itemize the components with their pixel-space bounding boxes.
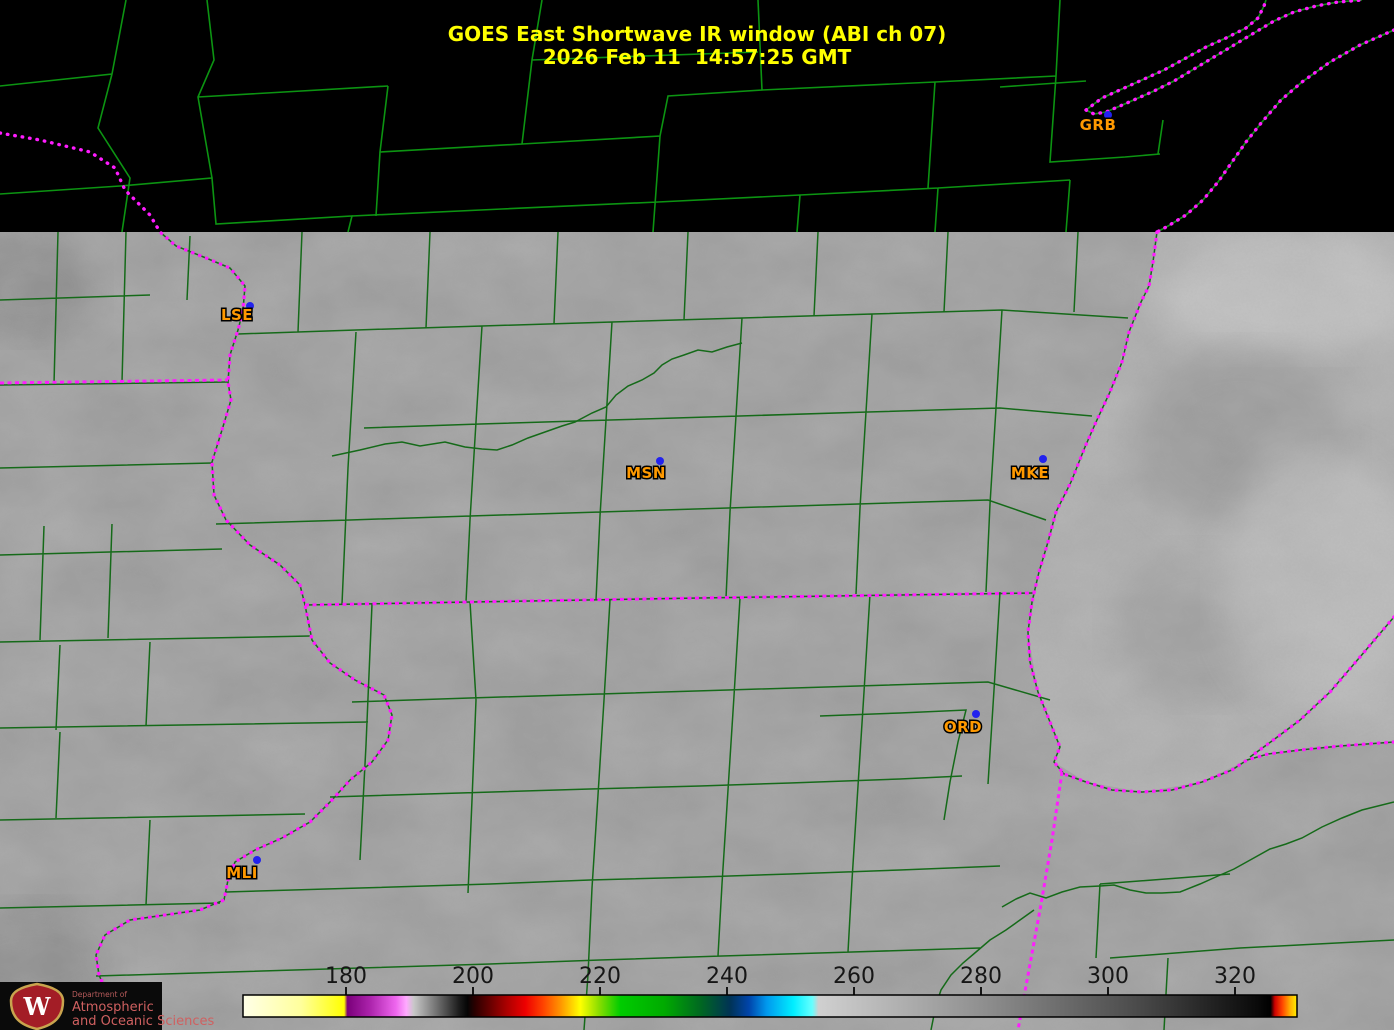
station-dot-ord	[972, 710, 980, 718]
satellite-map-canvas: GRB LSE MSN MKE ORD MLI GOES East Shortw…	[0, 0, 1394, 1030]
tick-label: 220	[579, 964, 621, 989]
logo-dept-line: Department of	[72, 990, 127, 999]
logo-line2: and Oceanic Sciences	[72, 1014, 214, 1029]
tick-label: 260	[833, 964, 875, 989]
station-label-ord: ORD	[944, 718, 982, 736]
tick-label: 180	[325, 964, 367, 989]
tick-label: 200	[452, 964, 494, 989]
tick-label: 300	[1087, 964, 1129, 989]
satellite-image-viewport: GRB LSE MSN MKE ORD MLI GOES East Shortw…	[0, 0, 1394, 1030]
station-label-mke: MKE	[1011, 464, 1049, 482]
station-dot-mli	[253, 856, 261, 864]
colorbar-gradient-bar	[243, 995, 1297, 1017]
ir-imagery-layer	[0, 232, 1394, 1030]
station-dot-mke	[1039, 455, 1047, 463]
station-label-msn: MSN	[626, 464, 666, 482]
svg-text:W: W	[23, 992, 52, 1021]
logo-line1: Atmospheric	[72, 1000, 154, 1015]
uw-crest-icon: W	[11, 984, 63, 1029]
tick-label: 320	[1214, 964, 1256, 989]
tick-label: 240	[706, 964, 748, 989]
tick-label: 280	[960, 964, 1002, 989]
station-label-lse: LSE	[221, 306, 253, 324]
station-label-mli: MLI	[226, 864, 258, 882]
image-timestamp: 2026 Feb 11 14:57:25 GMT	[543, 45, 852, 69]
image-title: GOES East Shortwave IR window (ABI ch 07…	[448, 22, 947, 46]
station-label-grb: GRB	[1080, 116, 1117, 134]
